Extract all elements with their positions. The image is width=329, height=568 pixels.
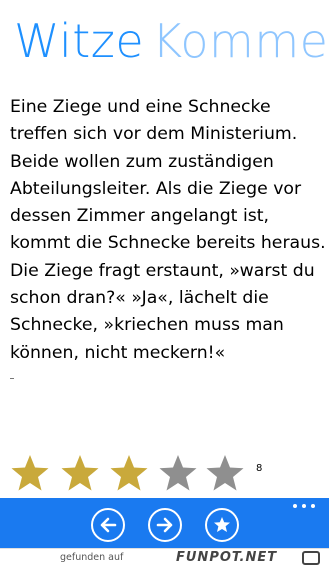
watermark: gefunden auf FUNPOT.NET	[0, 548, 329, 568]
pivot-item-witze[interactable]: Witze	[14, 10, 144, 72]
watermark-brand: FUNPOT.NET	[176, 550, 278, 565]
next-button[interactable]	[148, 508, 182, 542]
arrow-left-icon	[100, 517, 117, 533]
star-5-icon[interactable]	[205, 453, 245, 493]
watermark-prefix: gefunden auf	[60, 552, 124, 563]
star-2-icon[interactable]	[60, 453, 100, 493]
funpot-logo-icon	[302, 551, 320, 565]
star-plus-icon	[214, 516, 230, 532]
rate-button[interactable]	[205, 508, 239, 542]
star-4-icon[interactable]	[158, 453, 198, 493]
pivot-header: Witze Kommentare	[0, 0, 329, 82]
more-options-button[interactable]	[293, 504, 315, 510]
divider	[10, 378, 14, 379]
joke-text: Eine Ziege und eine Schnecke treffen sic…	[10, 97, 326, 363]
star-3-icon[interactable]	[109, 453, 149, 493]
star-1-icon[interactable]	[10, 453, 50, 493]
rating-count: 8	[256, 463, 263, 474]
arrow-right-icon	[156, 517, 173, 533]
previous-button[interactable]	[91, 508, 125, 542]
pivot-item-kommentare[interactable]: Kommentare	[152, 10, 329, 72]
ellipsis-icon	[293, 504, 297, 508]
